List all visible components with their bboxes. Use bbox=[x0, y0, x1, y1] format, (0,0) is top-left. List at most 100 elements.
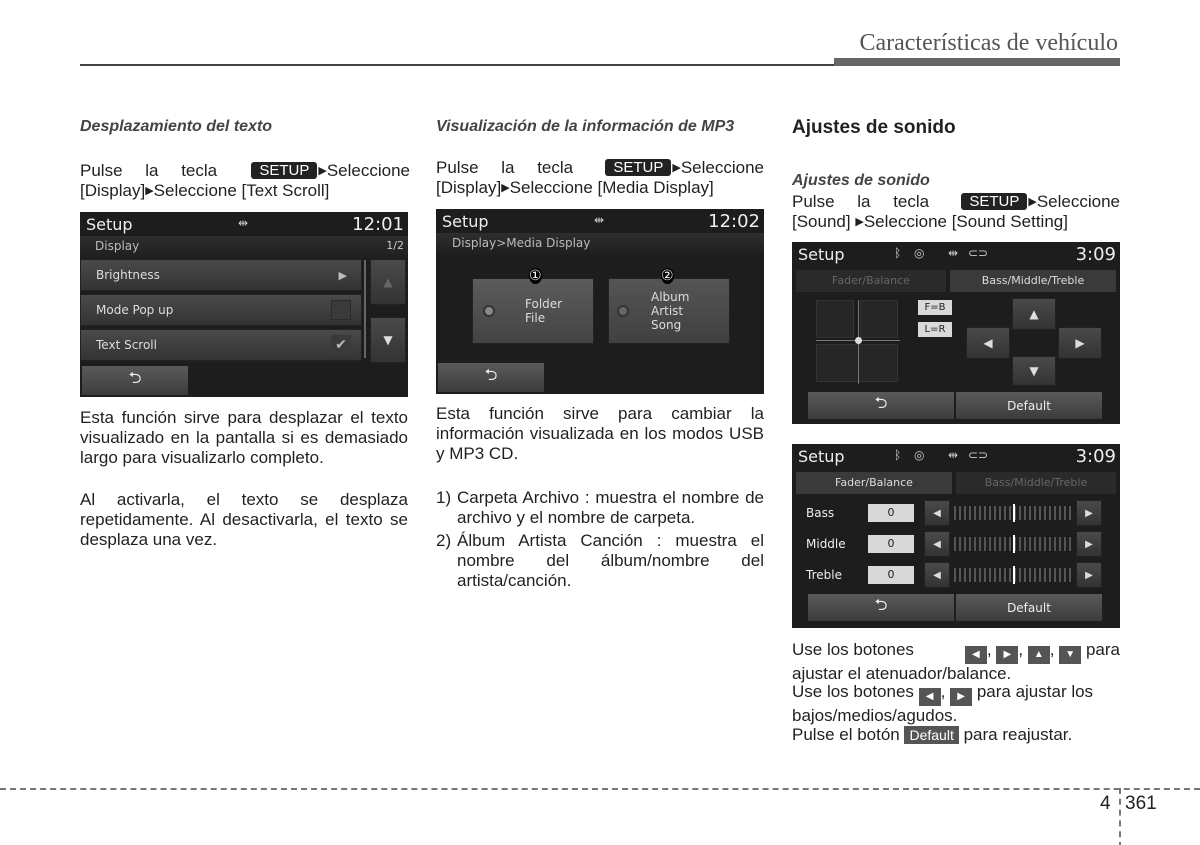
arrow-right-icon: ▶ bbox=[145, 185, 154, 197]
seat-diagram[interactable] bbox=[816, 300, 900, 384]
back-button[interactable]: ⮌ bbox=[808, 594, 954, 621]
menu-item-text-scroll[interactable]: Text Scroll ✔ bbox=[80, 329, 362, 361]
screen-clock: 3:09 bbox=[1075, 244, 1116, 265]
scroll-up-button[interactable]: ▲ bbox=[370, 259, 406, 305]
option-folder-file[interactable]: ① Folder File bbox=[472, 268, 594, 344]
down-button-icon: ▼ bbox=[1059, 646, 1082, 664]
fader-center-button[interactable]: F=B bbox=[918, 300, 952, 315]
list-text: Carpeta Archivo : muestra el nombre de a… bbox=[457, 488, 764, 527]
eq-decrease-button[interactable]: ◀ bbox=[924, 500, 950, 526]
eq-increase-button[interactable]: ▶ bbox=[1076, 500, 1102, 526]
setup-key: SETUP bbox=[605, 159, 672, 176]
back-button[interactable]: ⮌ bbox=[808, 392, 954, 419]
header-rule-accent bbox=[834, 58, 1120, 66]
left-button-icon: ◀ bbox=[964, 646, 987, 664]
header-rule bbox=[80, 64, 840, 66]
list-item: 1) Carpeta Archivo : muestra el nombre de… bbox=[436, 488, 764, 528]
screen-title: Setup bbox=[798, 447, 845, 466]
usage-note: Use los botones ◀, ▶ para ajustar los ba… bbox=[792, 682, 1094, 725]
option-album-artist-song[interactable]: ② Album Artist Song bbox=[608, 268, 730, 344]
eq-decrease-button[interactable]: ◀ bbox=[924, 531, 950, 557]
instruction: Pulse la tecla SETUP ▶Seleccione [Display… bbox=[80, 161, 410, 201]
balance-point[interactable] bbox=[855, 337, 862, 344]
eq-slider-thumb[interactable] bbox=[1013, 566, 1015, 584]
usage-note: Use los botones ◀, ▶, ▲, ▼ para ajustar … bbox=[792, 640, 1120, 683]
instr-menu: [Display] bbox=[80, 181, 146, 200]
page-indicator: 1/2 bbox=[386, 239, 404, 252]
eq-row: Bass 0 ◀ ▶ bbox=[792, 500, 1120, 528]
balance-right-button[interactable]: ▶ bbox=[1058, 327, 1102, 359]
arrow-right-icon: ▶ bbox=[1028, 196, 1037, 208]
bluetooth-icon: ᛒ bbox=[894, 448, 902, 462]
fader-down-button[interactable]: ▼ bbox=[1012, 356, 1056, 386]
list-number: 2) bbox=[436, 531, 452, 550]
usb-icon: ⇹ bbox=[948, 246, 959, 260]
tab-bass-middle-treble[interactable]: Bass/Middle/Treble bbox=[956, 472, 1116, 494]
aux-icon: ⊂⊃ bbox=[968, 246, 989, 260]
tab-fader-balance[interactable]: Fader/Balance bbox=[796, 270, 946, 292]
page-header-title: Características de vehículo bbox=[859, 30, 1118, 56]
section-label: Display bbox=[95, 239, 140, 253]
right-button-icon: ▶ bbox=[950, 688, 973, 706]
checkbox-unchecked[interactable] bbox=[331, 300, 351, 320]
eq-increase-button[interactable]: ▶ bbox=[1076, 531, 1102, 557]
list-item: 2) Álbum Artista Canción : muestra el nom… bbox=[436, 531, 764, 591]
up-button-icon: ▲ bbox=[1027, 646, 1050, 664]
left-button-icon: ◀ bbox=[918, 688, 941, 706]
tab-fader-balance[interactable]: Fader/Balance bbox=[796, 472, 952, 494]
radio-button[interactable] bbox=[617, 305, 629, 317]
disc-icon: ◎ bbox=[914, 246, 925, 260]
instr-submenu: Seleccione [Sound Setting] bbox=[863, 212, 1068, 231]
back-icon: ⮌ bbox=[874, 393, 888, 412]
screen-clock: 12:02 bbox=[708, 211, 760, 232]
screen-text-scroll: Setup ⇹ 12:01 Display 1/2 Brightness ▶ M… bbox=[80, 212, 408, 397]
eq-label: Middle bbox=[806, 537, 846, 551]
scroll-down-button[interactable]: ▼ bbox=[370, 317, 406, 363]
eq-row: Middle 0 ◀ ▶ bbox=[792, 531, 1120, 559]
default-button[interactable]: Default bbox=[956, 594, 1102, 621]
aux-icon: ⊂⊃ bbox=[968, 448, 989, 462]
screen-fader-balance: Setup ᛒ ◎ ⇹ ⊂⊃ 3:09 Fader/Balance Bass/M… bbox=[792, 242, 1120, 424]
checkbox-checked[interactable]: ✔ bbox=[331, 335, 351, 355]
back-icon: ⮌ bbox=[484, 365, 498, 384]
footer-divider-vertical bbox=[1119, 788, 1121, 845]
back-button[interactable]: ⮌ bbox=[82, 366, 188, 395]
usb-icon: ⇹ bbox=[594, 213, 605, 227]
instr-submenu: Seleccione [Text Scroll] bbox=[153, 181, 330, 200]
back-button[interactable]: ⮌ bbox=[438, 363, 544, 392]
menu-item-label: Text Scroll bbox=[96, 338, 157, 352]
radio-button[interactable] bbox=[483, 305, 495, 317]
fader-up-button[interactable]: ▲ bbox=[1012, 298, 1056, 330]
instr-pre: Pulse la tecla bbox=[436, 158, 574, 177]
screen-title: Setup bbox=[798, 245, 845, 264]
option-line: File bbox=[525, 311, 546, 325]
menu-item-mode-popup[interactable]: Mode Pop up bbox=[80, 294, 362, 326]
option-marker: ① bbox=[529, 268, 542, 284]
description-para: Esta función sirve para desplazar el tex… bbox=[80, 408, 408, 467]
usage-text: para reajustar. bbox=[963, 725, 1073, 744]
back-icon: ⮌ bbox=[874, 595, 888, 614]
balance-left-button[interactable]: ◀ bbox=[966, 327, 1010, 359]
eq-decrease-button[interactable]: ◀ bbox=[924, 562, 950, 588]
balance-center-button[interactable]: L=R bbox=[918, 322, 952, 337]
usage-text: Use los botones bbox=[792, 682, 914, 701]
menu-item-label: Brightness bbox=[96, 268, 160, 282]
eq-label: Treble bbox=[806, 568, 842, 582]
default-button[interactable]: Default bbox=[956, 392, 1102, 419]
disc-icon: ◎ bbox=[914, 448, 925, 462]
breadcrumb-bar: Display>Media Display bbox=[436, 233, 764, 255]
menu-item-brightness[interactable]: Brightness ▶ bbox=[80, 259, 362, 291]
arrow-right-icon: ▶ bbox=[855, 216, 864, 228]
description-para: Al activarla, el texto se desplaza repet… bbox=[80, 490, 408, 549]
tab-bass-middle-treble[interactable]: Bass/Middle/Treble bbox=[950, 270, 1116, 292]
scrollbar-track[interactable] bbox=[364, 260, 366, 358]
eq-slider-thumb[interactable] bbox=[1013, 504, 1015, 522]
usb-icon: ⇹ bbox=[948, 448, 959, 462]
eq-slider-thumb[interactable] bbox=[1013, 535, 1015, 553]
screen-title: Setup bbox=[442, 212, 489, 231]
page-number: 361 bbox=[1125, 793, 1157, 814]
section-bar: Display 1/2 bbox=[80, 236, 408, 258]
instr-select: Seleccione bbox=[1036, 192, 1120, 211]
eq-increase-button[interactable]: ▶ bbox=[1076, 562, 1102, 588]
arrow-right-icon: ▶ bbox=[318, 165, 327, 177]
